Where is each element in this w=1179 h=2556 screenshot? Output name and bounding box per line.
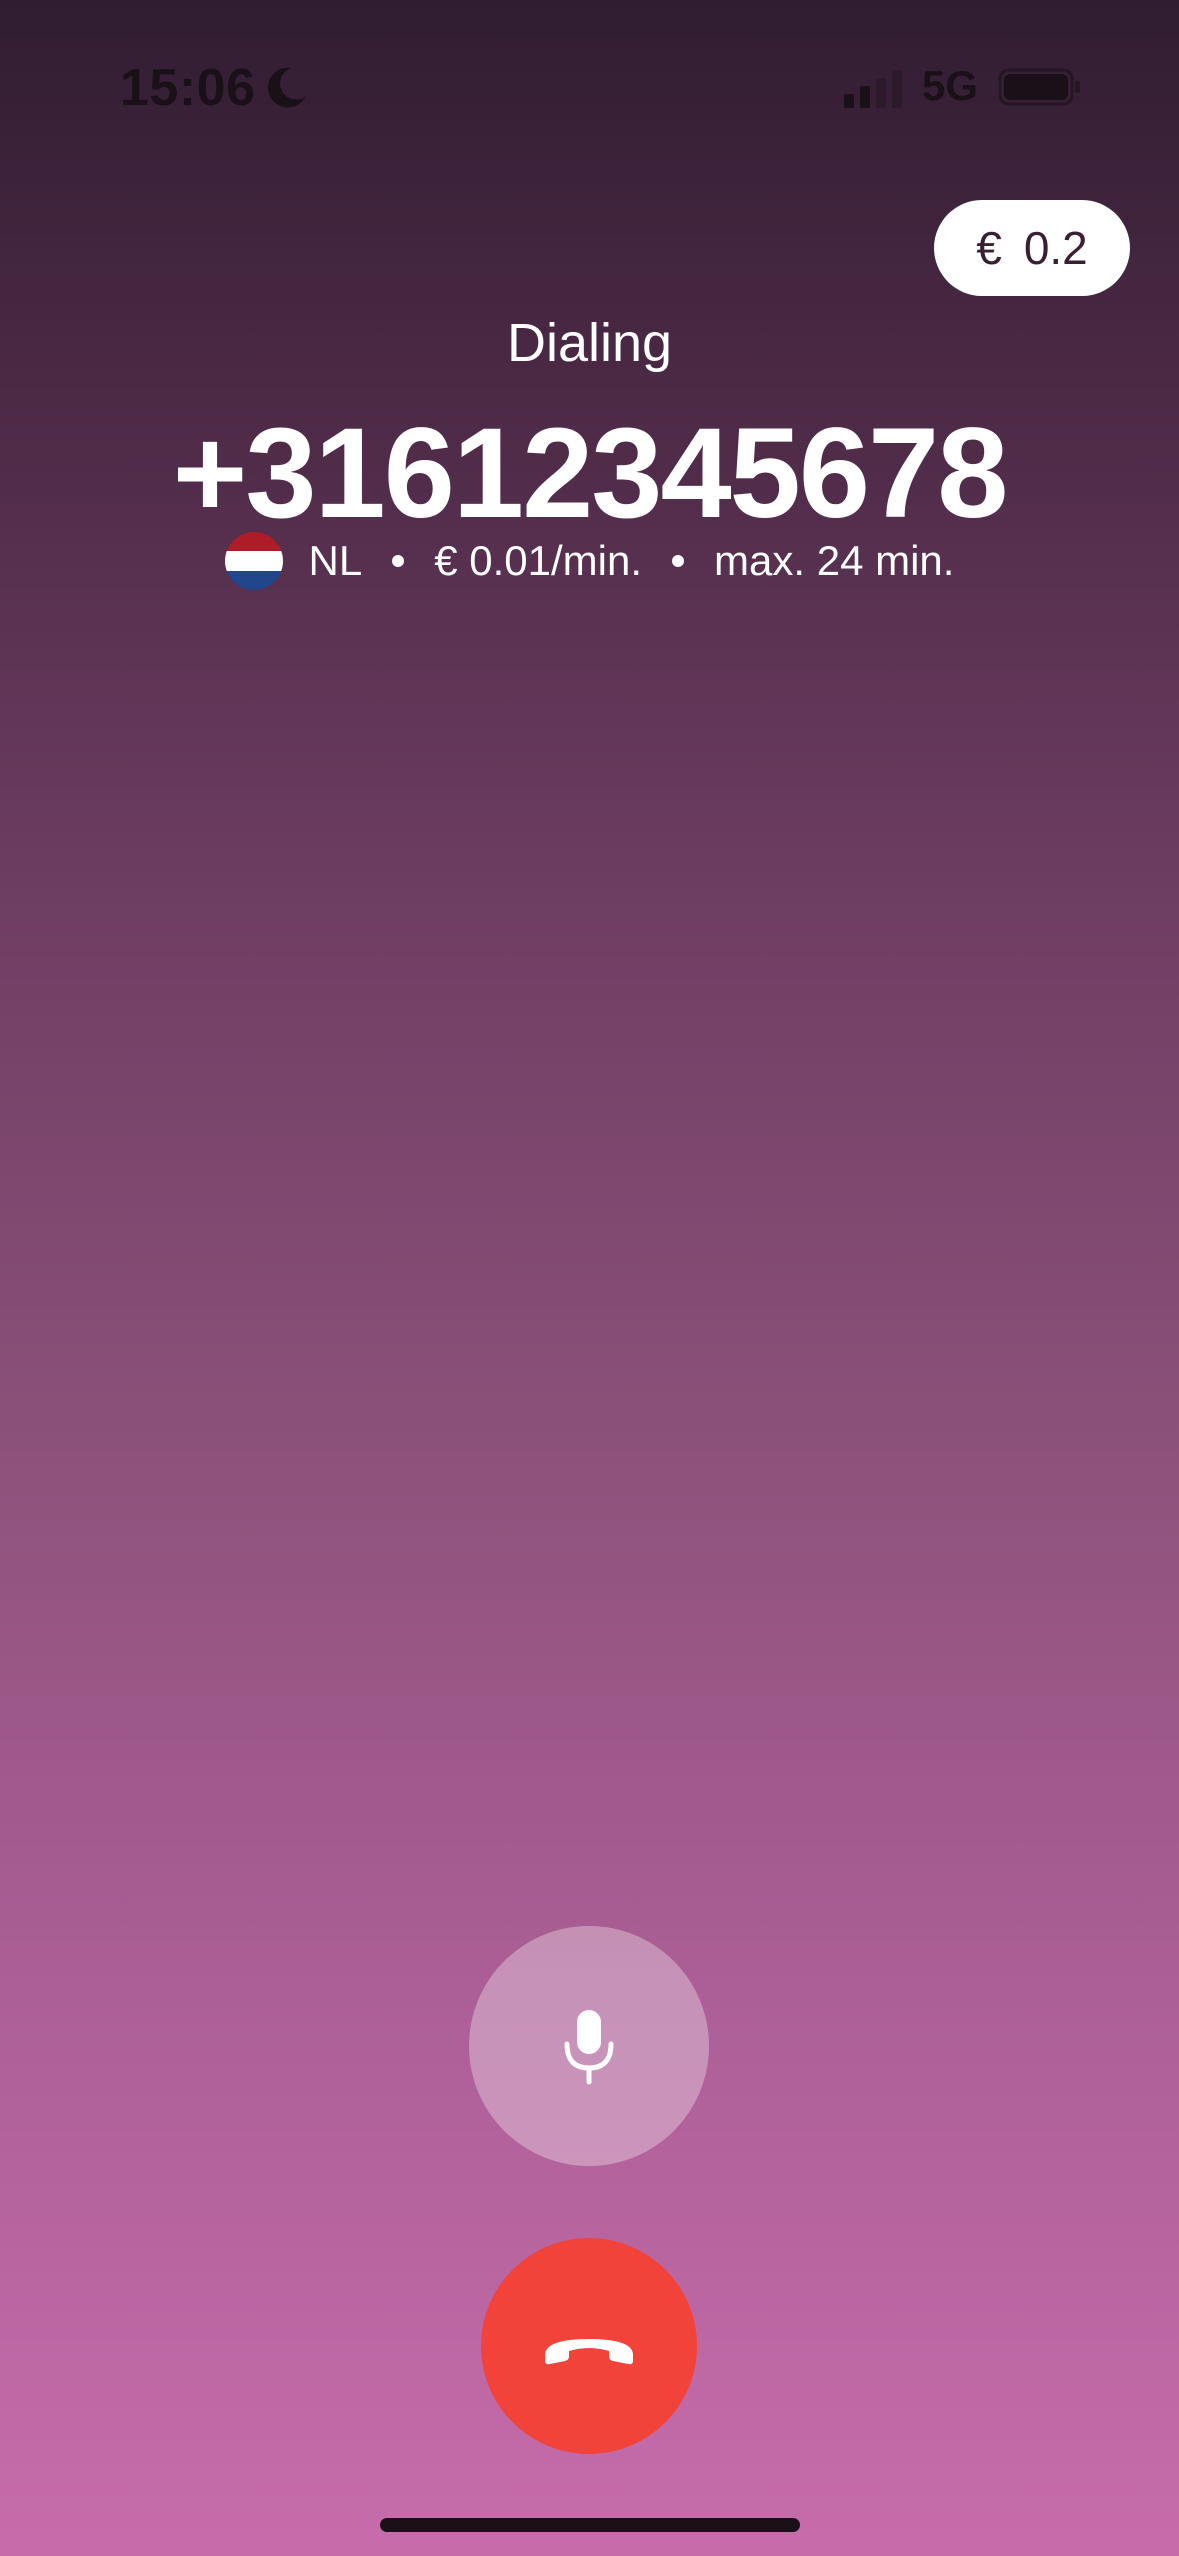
netherlands-flag-icon bbox=[224, 532, 283, 590]
call-status: Dialing bbox=[506, 313, 673, 373]
country-code: NL bbox=[308, 537, 363, 584]
call-rate: € 0.01/min. bbox=[434, 537, 643, 584]
hang-up-icon bbox=[545, 2339, 633, 2365]
network-label: 5G bbox=[922, 62, 979, 109]
currency-symbol: € bbox=[976, 222, 1002, 274]
status-bar: 15:06 5G bbox=[0, 0, 1179, 170]
battery-icon bbox=[998, 68, 1080, 106]
end-call-button[interactable] bbox=[481, 2238, 697, 2454]
max-duration: max. 24 min. bbox=[714, 537, 955, 584]
microphone-icon bbox=[564, 2010, 614, 2085]
call-info: NL € 0.01/min. max. 24 min. bbox=[0, 532, 1179, 590]
mute-button[interactable] bbox=[469, 1926, 709, 2166]
home-indicator[interactable] bbox=[380, 2518, 800, 2532]
moon-icon bbox=[267, 67, 306, 108]
status-time: 15:06 bbox=[120, 59, 256, 117]
phone-number: +31612345678 bbox=[172, 402, 1009, 545]
balance-amount: 0.2 bbox=[1023, 222, 1088, 274]
separator-dot bbox=[672, 555, 685, 567]
signal-icon bbox=[844, 70, 902, 108]
balance-button[interactable]: € 0.2 bbox=[934, 200, 1130, 296]
separator-dot bbox=[392, 555, 405, 567]
